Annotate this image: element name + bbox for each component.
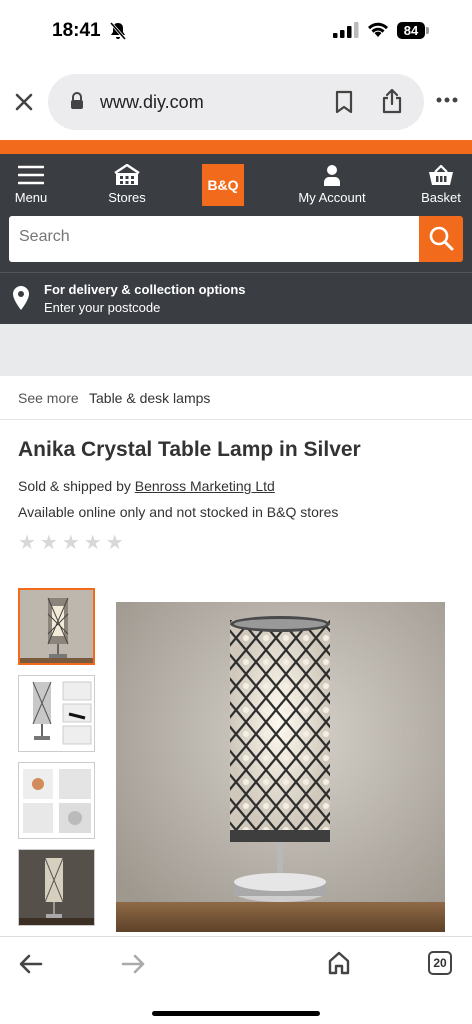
crystal-lamp-image — [116, 602, 445, 932]
user-icon — [324, 165, 340, 186]
thumbnail-2[interactable] — [18, 675, 95, 752]
thumbnail-3[interactable] — [18, 762, 95, 839]
stores-label: Stores — [108, 190, 146, 205]
lamp-features-thumbnail-image — [19, 763, 94, 838]
url-field[interactable]: www.diy.com — [48, 74, 424, 130]
delivery-subtitle: Enter your postcode — [44, 300, 161, 315]
promo-band — [0, 324, 472, 376]
search-input[interactable] — [19, 228, 409, 246]
location-pin-icon — [13, 286, 29, 310]
lamp-detail-thumbnail-image — [19, 676, 94, 751]
store-icon — [114, 164, 140, 185]
delivery-title: For delivery & collection options — [44, 282, 246, 297]
browser-address-bar: www.diy.com — [0, 64, 472, 140]
browser-toolbar: 20 — [0, 936, 472, 1024]
brand-strip — [0, 140, 472, 154]
search-icon — [429, 226, 454, 251]
home-indicator — [152, 1011, 320, 1016]
tabs-count-button[interactable]: 20 — [428, 951, 452, 975]
delivery-postcode-bar[interactable]: For delivery & collection options Enter … — [0, 272, 472, 324]
wifi-icon — [368, 22, 388, 37]
bq-logo[interactable]: B&Q — [202, 164, 244, 206]
product-title: Anika Crystal Table Lamp in Silver — [18, 438, 361, 461]
close-icon[interactable] — [12, 90, 36, 114]
bell-muted-icon — [110, 22, 126, 40]
search-box — [9, 216, 419, 262]
sold-by: Sold & shipped by Benross Marketing Ltd — [18, 478, 275, 494]
forward-arrow-icon[interactable] — [121, 953, 145, 975]
rating-stars[interactable]: ★★★★★ — [18, 530, 128, 555]
hamburger-icon — [18, 165, 44, 185]
menu-button[interactable]: Menu — [8, 154, 54, 212]
basket-button[interactable]: Basket — [418, 154, 464, 212]
status-time: 18:41 — [52, 20, 101, 41]
search-button[interactable] — [419, 216, 463, 262]
product-main-image[interactable] — [116, 602, 445, 932]
stores-button[interactable]: Stores — [102, 154, 152, 212]
lamp-thumbnail-image — [20, 590, 93, 663]
basket-icon — [429, 164, 453, 185]
more-options-icon[interactable] — [436, 97, 458, 103]
share-icon[interactable] — [381, 88, 403, 114]
breadcrumb-link[interactable]: Table & desk lamps — [89, 390, 210, 406]
thumbnail-1[interactable] — [18, 588, 95, 665]
basket-label: Basket — [421, 190, 461, 205]
bookmark-icon[interactable] — [334, 90, 354, 114]
signal-icon — [333, 22, 359, 38]
status-bar: 18:41 84 — [0, 0, 472, 64]
breadcrumb: See more Table & desk lamps — [0, 376, 472, 420]
availability-text: Available online only and not stocked in… — [18, 504, 339, 520]
my-account-button[interactable]: My Account — [294, 154, 370, 212]
lock-icon — [71, 92, 83, 109]
lamp-room-thumbnail-image — [19, 850, 94, 925]
back-arrow-icon[interactable] — [19, 953, 43, 975]
site-header: Menu Stores B&Q My Account Basket — [0, 154, 472, 272]
breadcrumb-prefix: See more — [18, 390, 79, 406]
sold-by-prefix: Sold & shipped by — [18, 478, 131, 494]
thumbnail-4[interactable] — [18, 849, 95, 926]
seller-link[interactable]: Benross Marketing Ltd — [135, 478, 275, 494]
url-text: www.diy.com — [100, 92, 204, 112]
battery-level: 84 — [397, 22, 425, 39]
battery-icon: 84 — [397, 22, 429, 39]
menu-label: Menu — [14, 190, 48, 205]
home-icon[interactable] — [327, 951, 351, 975]
account-label: My Account — [298, 190, 366, 205]
